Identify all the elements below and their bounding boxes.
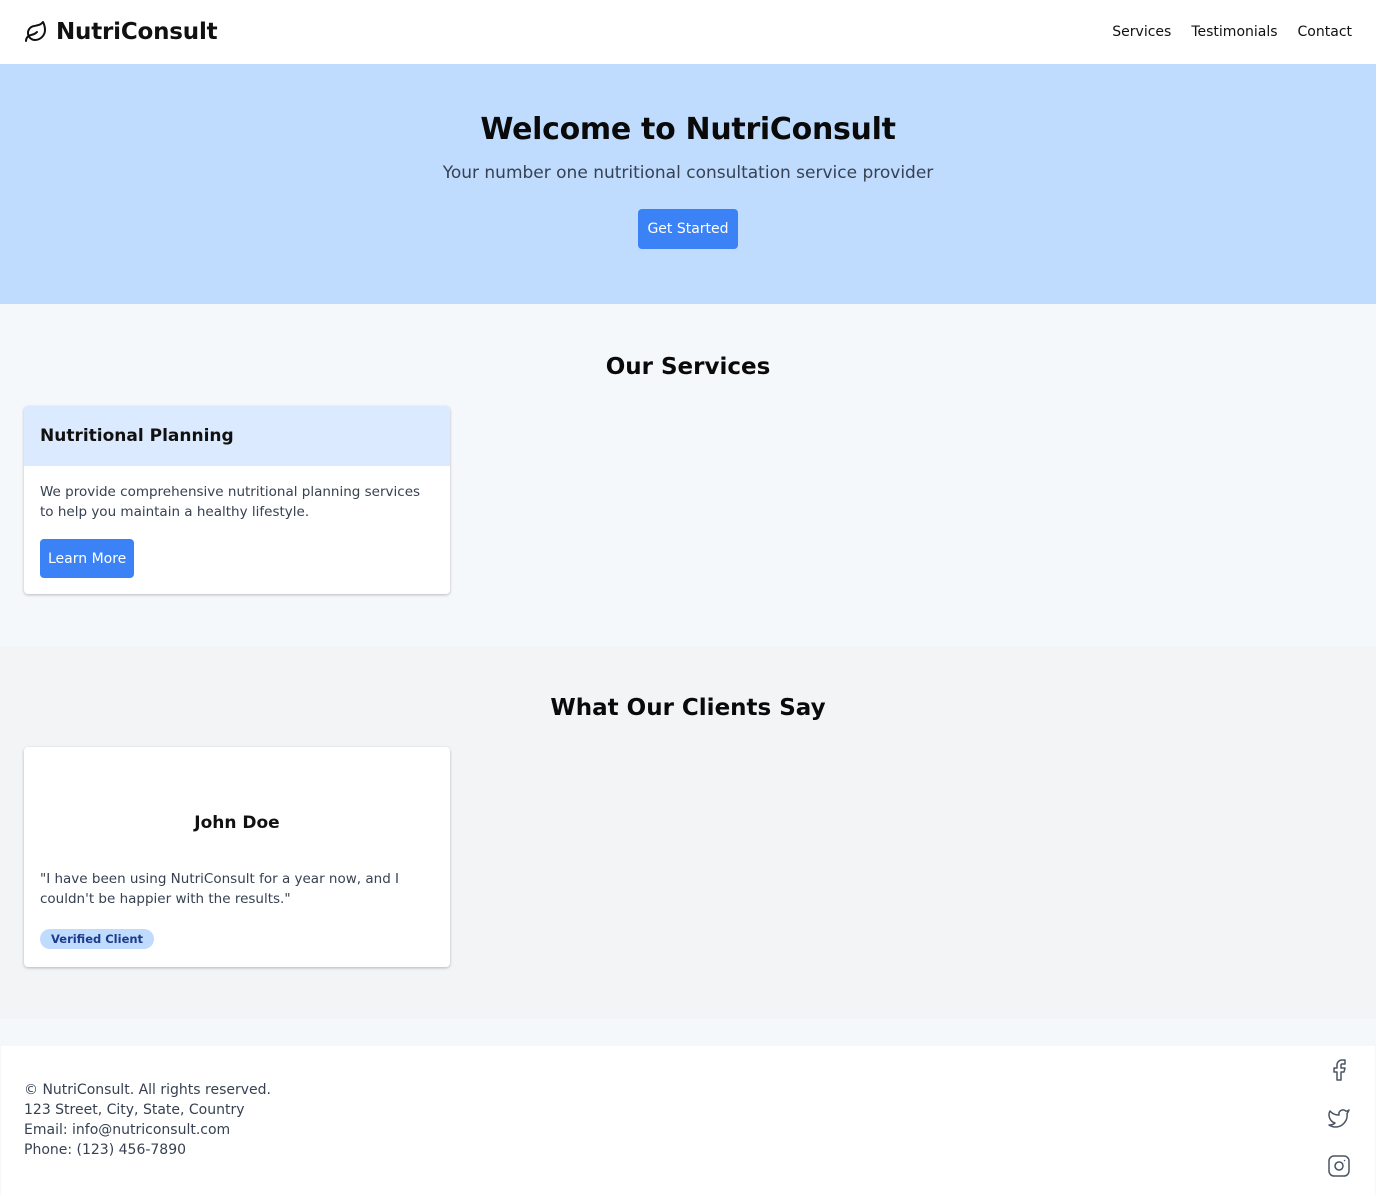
- testimonial-quote: "I have been using NutriConsult for a ye…: [40, 871, 400, 907]
- hero-section: Welcome to NutriConsult Your number one …: [0, 64, 1376, 304]
- testimonials-section: What Our Clients Say John Doe "I have be…: [0, 646, 1376, 1019]
- nav-link-contact[interactable]: Contact: [1298, 24, 1352, 40]
- main-nav: Services Testimonials Contact: [1112, 24, 1352, 40]
- learn-more-button[interactable]: Learn More: [40, 539, 135, 578]
- nav-link-services[interactable]: Services: [1112, 24, 1171, 40]
- leaf-icon: [24, 20, 48, 44]
- nav-link-testimonials[interactable]: Testimonials: [1191, 24, 1277, 40]
- service-card-body: We provide comprehensive nutritional pla…: [24, 466, 450, 594]
- footer-email: Email: info@nutriconsult.com: [24, 1122, 231, 1138]
- facebook-icon[interactable]: [1327, 1058, 1351, 1082]
- footer-info: © NutriConsult. All rights reserved. 123…: [24, 1080, 1352, 1160]
- service-card-title: Nutritional Planning: [40, 426, 234, 446]
- instagram-icon[interactable]: [1327, 1154, 1351, 1178]
- get-started-button[interactable]: Get Started: [638, 209, 738, 249]
- verified-badge: Verified Client: [40, 929, 155, 949]
- twitter-icon[interactable]: [1327, 1106, 1351, 1130]
- service-card-header: Nutritional Planning: [24, 406, 450, 466]
- hero-subtitle: Your number one nutritional consultation…: [442, 163, 934, 183]
- service-card: Nutritional Planning We provide comprehe…: [24, 406, 450, 594]
- site-header: NutriConsult Services Testimonials Conta…: [0, 0, 1376, 64]
- footer-phone: Phone: (123) 456-7890: [24, 1142, 187, 1158]
- brand[interactable]: NutriConsult: [24, 19, 218, 45]
- testimonial-name: John Doe: [194, 813, 280, 833]
- services-section: Our Services Nutritional Planning We pro…: [0, 304, 1376, 646]
- brand-name: NutriConsult: [56, 19, 218, 45]
- testimonials-title: What Our Clients Say: [550, 695, 826, 721]
- footer-address: 123 Street, City, State, Country: [24, 1102, 245, 1118]
- hero-title: Welcome to NutriConsult: [480, 112, 896, 147]
- footer-spacer: [0, 1019, 1376, 1046]
- social-links: [1327, 1058, 1351, 1178]
- services-title: Our Services: [605, 354, 771, 380]
- site-footer: © NutriConsult. All rights reserved. 123…: [1, 1046, 1375, 1195]
- footer-copyright: © NutriConsult. All rights reserved.: [24, 1082, 271, 1098]
- testimonial-card: John Doe "I have been using NutriConsult…: [24, 747, 450, 967]
- service-card-description: We provide comprehensive nutritional pla…: [40, 484, 421, 520]
